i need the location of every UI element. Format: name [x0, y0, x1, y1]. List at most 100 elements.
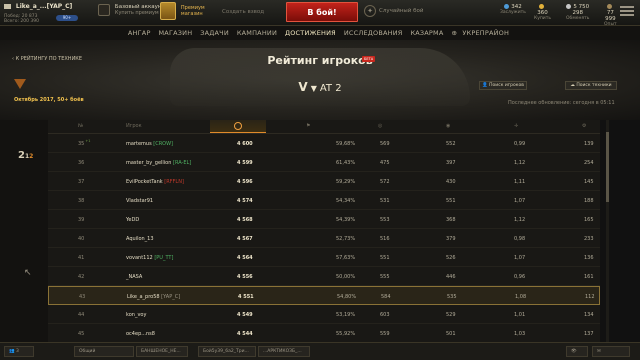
nav-hangar[interactable]: АНГАР [125, 26, 154, 40]
col-winrate-header[interactable]: ⚑ [306, 123, 310, 129]
col-assist-header[interactable]: ◉ [446, 123, 450, 129]
table-row[interactable]: 41 vovant112 [PU_TT] 4 564 57,63% 551 526 1,07… [48, 248, 600, 267]
row-player[interactable]: kon_voy [126, 312, 146, 318]
row-player[interactable]: YeDD [126, 217, 139, 223]
row-assist: 379 [446, 236, 456, 242]
row-frags: 1,01 [514, 312, 526, 318]
scrollbar-thumb[interactable] [606, 132, 609, 202]
col-player-header[interactable]: Игрок [126, 123, 142, 129]
row-winrate: 52,73% [336, 236, 356, 242]
table-row[interactable]: 35+1 martemus [CROW] 4 600 59,68% 569 552 0,99… [48, 134, 600, 153]
col-damage-header[interactable]: ◎ [378, 123, 382, 129]
table-row[interactable]: 40 Aquilon_13 4 567 52,73% 516 379 0,98 233 [48, 229, 600, 248]
player-name[interactable]: Aquilon_13 [126, 236, 154, 242]
player-name[interactable]: Like_a_pro58 [127, 294, 160, 300]
row-player[interactable]: Like_a_pro58 [YAP_C] [127, 294, 180, 300]
player-name[interactable]: Vladstar91 [126, 198, 153, 204]
player-clan[interactable]: [CROW] [153, 141, 173, 147]
row-xp: 233 [584, 236, 594, 242]
eye-icon[interactable]: 👁 [566, 346, 588, 357]
nav-campaigns[interactable]: КАМПАНИИ [234, 26, 280, 40]
currency-credits[interactable]: 5 750 298 Обменять [566, 4, 589, 21]
table-row[interactable]: 44 kon_voy 4 549 53,19% 603 529 1,01 134 [48, 305, 600, 324]
player-info[interactable]: Like_a_...[YAP_C] [4, 3, 72, 10]
cursor-arrow-icon: ↖ [24, 268, 32, 278]
rating-table: № Игрок ⚑ ◎ ◉ ✛ ⚙ 35+1 martemus [CROW] 4 6… [48, 120, 600, 342]
main-menu-button[interactable] [620, 6, 634, 18]
row-frags: 0,99 [514, 141, 526, 147]
battle-mode-label: Случайный бой [379, 8, 424, 14]
rating-score-icon: 212 [18, 150, 34, 161]
player-name[interactable]: _NASA [126, 274, 142, 280]
table-row[interactable]: 37 EvilPocketTank [RFFLN] 4 596 59,29% 572 43… [48, 172, 600, 191]
player-name[interactable]: YeDD [126, 217, 139, 223]
currency-bonds[interactable]: 342 Заслужить [500, 4, 526, 15]
row-player[interactable]: oc4ep...ns8 [126, 331, 155, 337]
player-stats: Побед: 20 873 Всего: 200 390 [4, 14, 39, 24]
player-name[interactable]: master_by_gellion [126, 160, 171, 166]
buy-premium-link[interactable]: Купить премиум [115, 10, 165, 16]
search-vehicles-button[interactable]: ☁ Поиск техники [565, 81, 617, 90]
rank-value: 44 [78, 312, 85, 318]
player-clan[interactable]: [RFFLN] [164, 179, 184, 185]
tier-class-filter[interactable]: V ▼ AT 2 [0, 80, 640, 94]
player-clan[interactable]: [YAP_C] [161, 294, 180, 300]
nav-barracks[interactable]: КАЗАРМА [407, 26, 446, 40]
bonds-icon [504, 4, 510, 9]
table-row[interactable]: 39 YeDD 4 568 54,39% 553 368 1,12 165 [48, 210, 600, 229]
player-nickname[interactable]: Like_a_...[YAP_C] [16, 3, 72, 10]
nav-shop[interactable]: МАГАЗИН [156, 26, 196, 40]
row-assist: 397 [446, 160, 456, 166]
row-player[interactable]: martemus [CROW] [126, 141, 173, 147]
row-player[interactable]: EvilPocketTank [RFFLN] [126, 179, 184, 185]
account-status[interactable]: Базовый аккаунт Купить премиум [98, 4, 165, 16]
table-scrollbar[interactable] [606, 120, 609, 342]
col-frags-header[interactable]: ✛ [514, 123, 518, 129]
player-name[interactable]: kon_voy [126, 312, 146, 318]
chat-tab[interactable]: ...АРКТИКОЗБ_... [258, 346, 310, 357]
battle-button[interactable]: В бой! [286, 2, 358, 22]
table-row[interactable]: 43 Like_a_pro58 [YAP_C] 4 551 54,80% 584 535 1… [48, 286, 600, 305]
col-rank-header[interactable]: № [78, 123, 83, 129]
squad-button[interactable]: 👥 3 [4, 346, 34, 357]
row-player[interactable]: Vladstar91 [126, 198, 153, 204]
nav-missions[interactable]: ЗАДАЧИ [197, 26, 232, 40]
col-rating-header[interactable] [210, 120, 266, 133]
player-name[interactable]: martemus [126, 141, 152, 147]
clan-badge[interactable]: 90+ [56, 15, 78, 21]
player-clan[interactable]: [PU_TT] [154, 255, 173, 261]
nav-research[interactable]: ИССЛЕДОВАНИЯ [341, 26, 406, 40]
chevron-down-icon: ▼ [310, 84, 317, 93]
chat-general-tab[interactable]: Общий [74, 346, 134, 357]
nav-stronghold[interactable]: ⊕ УКРЕПРАЙОН [448, 26, 515, 40]
row-player[interactable]: _NASA [126, 274, 142, 280]
nav-achievements[interactable]: ДОСТИЖЕНИЯ [281, 26, 339, 41]
currency-free-xp[interactable]: 77 999 Опыт [604, 4, 617, 27]
last-update: Последнее обновление: сегодня в 05:11 [508, 100, 615, 106]
row-player[interactable]: Aquilon_13 [126, 236, 154, 242]
row-xp: 137 [584, 331, 594, 337]
table-row[interactable]: 36 master_by_gellion [RA-EL] 4 599 61,43% 47… [48, 153, 600, 172]
col-xp-header[interactable]: ⚙ [582, 123, 586, 129]
battle-mode-select[interactable]: ✦ Случайный бой [364, 5, 423, 17]
premium-shop-button[interactable]: Премиум магазин [160, 2, 205, 20]
table-row[interactable]: 42 _NASA 4 556 50,00% 555 446 0,96 161 [48, 267, 600, 286]
notifications-button[interactable]: ✉ [592, 346, 630, 357]
row-damage: 584 [381, 294, 391, 300]
create-platoon-button[interactable]: Создать взвод [222, 9, 264, 15]
currency-gold[interactable]: 360 Купить [534, 4, 551, 21]
search-players-button[interactable]: 👤 Поиск игроков [479, 81, 527, 90]
player-name[interactable]: vovant112 [126, 255, 153, 261]
chat-tab[interactable]: Бой5у39_6a2_Три... [198, 346, 256, 357]
row-player[interactable]: master_by_gellion [RA-EL] [126, 160, 191, 166]
rank-value: 43 [79, 294, 86, 300]
row-frags: 1,08 [515, 294, 527, 300]
table-row[interactable]: 38 Vladstar91 4 574 54,34% 531 551 1,07 188 [48, 191, 600, 210]
player-name[interactable]: oc4ep...ns8 [126, 331, 155, 337]
player-name[interactable]: EvilPocketTank [126, 179, 163, 185]
player-clan[interactable]: [RA-EL] [173, 160, 191, 166]
table-row[interactable]: 45 oc4ep...ns8 4 544 55,92% 559 501 1,03 137 [48, 324, 600, 342]
row-player[interactable]: vovant112 [PU_TT] [126, 255, 173, 261]
row-damage: 603 [380, 312, 390, 318]
chat-tab[interactable]: БАНШЕНОЕ_НЕ... [136, 346, 188, 357]
